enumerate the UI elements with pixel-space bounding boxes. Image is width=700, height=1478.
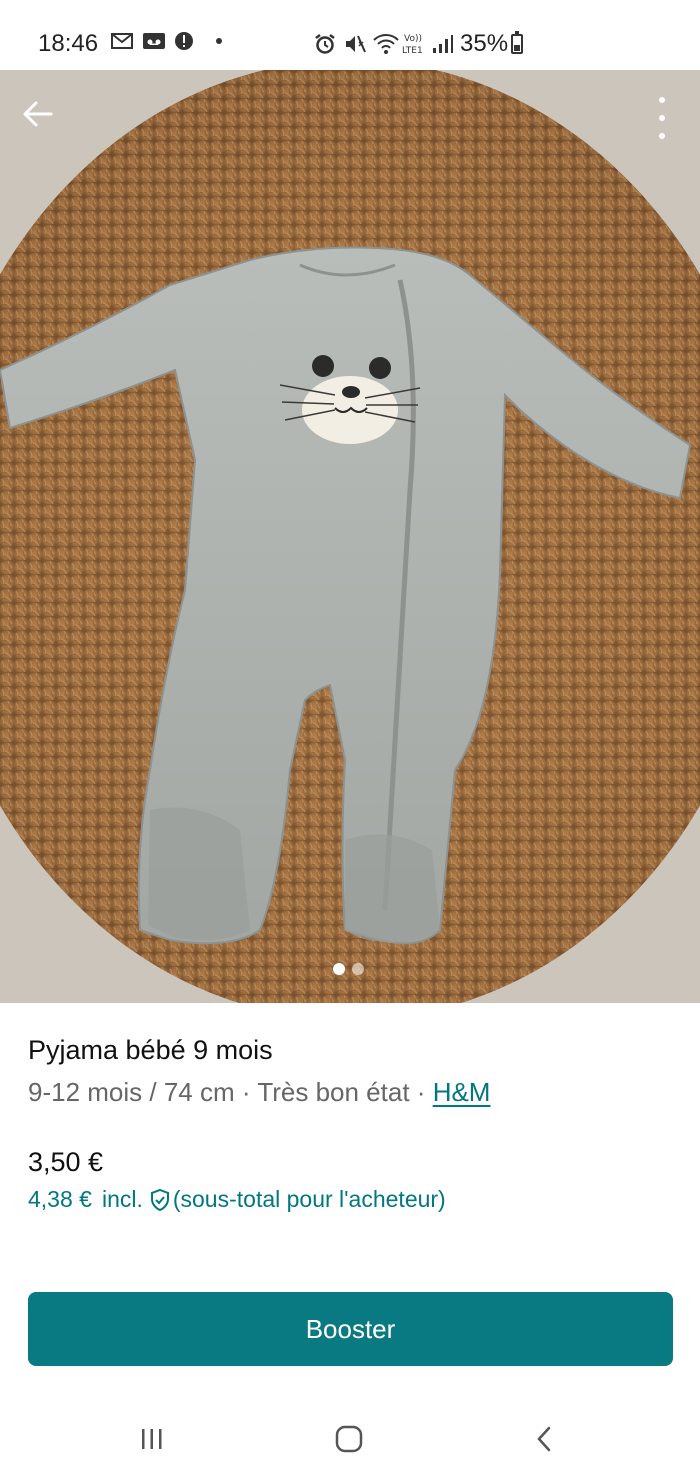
back-button[interactable] bbox=[18, 94, 58, 134]
buyer-price-line[interactable]: 4,38 € incl. (sous-total pour l'acheteur… bbox=[28, 1186, 446, 1213]
svg-text:Vo)): Vo)) bbox=[404, 34, 422, 44]
shield-check-icon bbox=[150, 1188, 169, 1211]
battery-icon bbox=[511, 31, 523, 54]
home-button[interactable] bbox=[329, 1422, 369, 1456]
more-vertical-icon bbox=[659, 97, 665, 103]
product-photo[interactable] bbox=[0, 70, 700, 1003]
notification-icons bbox=[110, 31, 226, 51]
wifi-icon bbox=[373, 34, 399, 54]
product-title: Pyjama bébé 9 mois bbox=[28, 1035, 273, 1065]
voicemail-icon bbox=[143, 33, 165, 49]
gallery-dot-2[interactable] bbox=[352, 963, 364, 975]
status-bar: 18:46 Vo)) LTE1 35% bbox=[0, 0, 700, 70]
recent-apps-icon bbox=[142, 1429, 162, 1449]
svg-text:LTE1: LTE1 bbox=[402, 46, 423, 56]
product-price: 3,50 € bbox=[28, 1147, 104, 1177]
buyer-note: (sous-total pour l'acheteur) bbox=[172, 1186, 446, 1212]
separator: · bbox=[416, 1077, 426, 1107]
brand-link[interactable]: H&M bbox=[433, 1077, 491, 1107]
price-incl: 4,38 € bbox=[28, 1186, 92, 1212]
separator: · bbox=[241, 1077, 251, 1107]
alarm-icon bbox=[315, 34, 335, 54]
product-details: 9-12 mois / 74 cm · Très bon état · H&M bbox=[28, 1077, 490, 1108]
recent-apps-button[interactable] bbox=[132, 1422, 172, 1456]
battery-fill bbox=[514, 45, 520, 51]
gallery-pagination bbox=[333, 963, 364, 975]
photo-image bbox=[0, 70, 700, 1003]
booster-button[interactable]: Booster bbox=[28, 1292, 673, 1366]
status-time: 18:46 bbox=[38, 30, 99, 57]
alert-icon bbox=[175, 32, 193, 50]
mute-icon bbox=[346, 35, 366, 53]
gmail-icon bbox=[111, 33, 133, 49]
arrow-left-icon bbox=[23, 101, 53, 127]
product-size: 9-12 mois / 74 cm bbox=[28, 1077, 235, 1107]
incl-label: incl. bbox=[101, 1186, 143, 1212]
battery-percent: 35% bbox=[460, 30, 509, 57]
back-nav-button[interactable] bbox=[525, 1422, 565, 1456]
back-nav-icon bbox=[537, 1426, 551, 1452]
home-icon bbox=[335, 1425, 363, 1453]
system-nav-bar bbox=[0, 1400, 700, 1478]
dot-icon bbox=[216, 38, 222, 44]
volte-icon: Vo)) LTE1 bbox=[402, 34, 423, 56]
product-condition: Très bon état bbox=[257, 1077, 410, 1107]
more-options-button[interactable] bbox=[650, 97, 674, 139]
gallery-dot-1[interactable] bbox=[333, 963, 345, 975]
signal-icon bbox=[433, 35, 453, 53]
